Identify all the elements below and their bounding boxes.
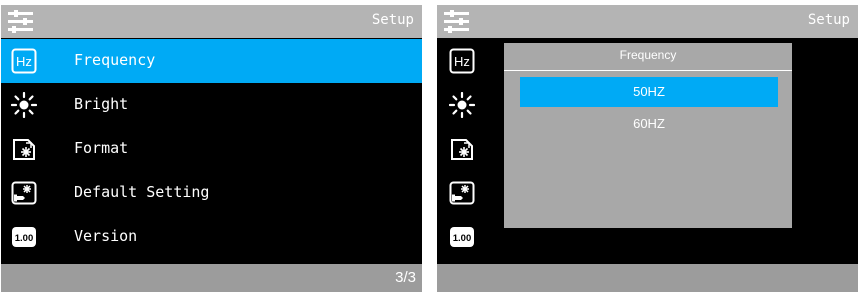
screen-title: Setup [371,12,414,28]
version-icon[interactable]: 1.00 [449,224,475,250]
frequency-dialog: Frequency 50HZ 60HZ [504,43,792,228]
default-setting-icon [11,181,37,205]
footer-bar [437,264,858,292]
version-icon: 1.00 [12,227,36,247]
brightness-icon[interactable] [449,92,475,118]
menu-item-frequency[interactable]: Hz Frequency [1,39,422,83]
menu-item-default-setting[interactable]: Default Setting [1,171,422,215]
settings-sliders-icon [7,9,34,34]
setup-screen-right: Setup Hz 1.00 Frequency 50HZ 60HZ [437,5,858,292]
menu-item-label: Bright [74,95,129,113]
screen-title: Setup [807,12,850,28]
setup-screen-left: Setup Hz Frequency Bright Format Default… [1,5,422,292]
menu-item-label: Default Setting [74,183,210,201]
dialog-title: Frequency [504,43,792,71]
settings-sliders-icon [443,9,470,34]
format-icon [13,139,35,160]
menu-item-version[interactable]: 1.00 Version [1,215,422,259]
menu-item-bright[interactable]: Bright [1,83,422,127]
option-60hz[interactable]: 60HZ [520,109,778,139]
hz-icon: Hz [11,48,37,74]
page-indicator: 3/3 [395,269,416,286]
format-icon[interactable] [449,136,475,162]
title-bar: Setup [437,5,858,38]
title-bar: Setup [1,5,422,38]
menu-item-label: Frequency [74,51,156,69]
hz-icon[interactable]: Hz [449,48,475,74]
footer-bar: 3/3 [1,264,422,292]
hz-icon-text: Hz [16,54,32,69]
menu-item-label: Version [74,227,138,245]
menu-item-label: Format [74,139,129,157]
hz-icon-text: Hz [454,54,470,69]
default-setting-icon[interactable] [449,180,475,206]
option-50hz[interactable]: 50HZ [520,77,778,107]
menu-item-format[interactable]: Format [1,127,422,171]
brightness-icon [11,92,37,118]
version-icon-text: 1.00 [453,233,472,244]
version-icon-text: 1.00 [15,233,34,244]
